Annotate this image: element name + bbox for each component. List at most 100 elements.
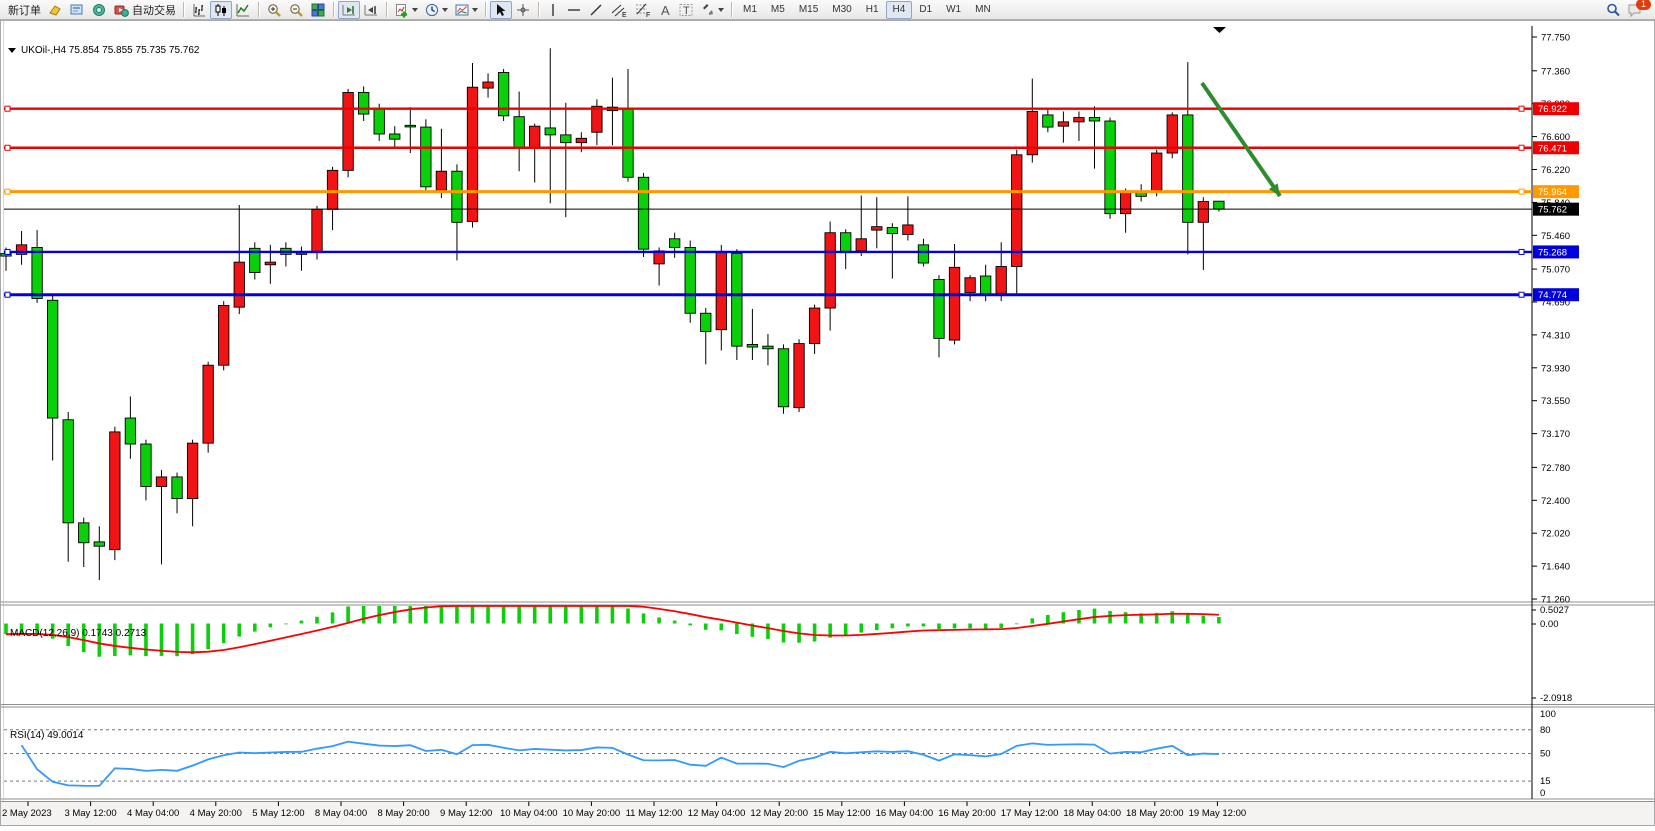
channel-tool-icon[interactable]: E	[607, 1, 631, 19]
time-axis-label: 10 May 20:00	[563, 808, 621, 819]
timeframe-h1-button[interactable]: H1	[859, 1, 886, 19]
dropdown-caret-icon	[412, 8, 418, 12]
time-axis-label: 3 May 12:00	[64, 808, 116, 819]
line-handle[interactable]	[1519, 145, 1524, 150]
candle-bullish	[856, 239, 866, 251]
price-level-badge-label: 74.774	[1538, 290, 1567, 301]
macd-histogram-bar	[1015, 623, 1019, 624]
arrows-tool-icon[interactable]	[697, 1, 727, 19]
svg-text:T: T	[683, 5, 690, 17]
macd-histogram-bar	[1093, 609, 1097, 624]
chart-shift-icon[interactable]	[360, 1, 382, 19]
candle-bullish	[1152, 153, 1162, 191]
market-watch-icon[interactable]	[44, 1, 66, 19]
trendline-tool-icon[interactable]	[585, 1, 607, 19]
toolbar-separator	[386, 2, 387, 17]
candle-bearish	[141, 444, 151, 486]
price-axis-tick-label: 77.360	[1541, 66, 1570, 77]
line-handle[interactable]	[5, 249, 10, 254]
price-level-badge-label: 75.268	[1538, 247, 1567, 258]
macd-histogram-bar	[968, 624, 972, 629]
candle-bullish	[1058, 122, 1068, 126]
time-axis-label: 9 May 12:00	[440, 808, 492, 819]
candle-bullish	[203, 365, 213, 443]
strategy-tester-icon[interactable]	[88, 1, 110, 19]
candle-bearish	[778, 349, 788, 407]
zoom-in-icon[interactable]	[263, 1, 285, 19]
line-handle[interactable]	[5, 189, 10, 194]
terminal-icon[interactable]	[66, 1, 88, 19]
timeframe-h4-button[interactable]: H4	[886, 1, 913, 19]
zoom-out-icon[interactable]	[285, 1, 307, 19]
crosshair-tool-icon[interactable]	[512, 1, 534, 19]
macd-histogram-bar	[222, 624, 226, 644]
time-axis-label: 18 May 04:00	[1063, 808, 1121, 819]
macd-histogram-bar	[580, 606, 584, 624]
notifications-icon[interactable]: 1	[1624, 1, 1647, 19]
line-handle[interactable]	[1519, 249, 1524, 254]
search-icon[interactable]	[1602, 1, 1624, 19]
tile-windows-icon[interactable]	[307, 1, 329, 19]
candle-bullish	[825, 233, 835, 308]
candle-bullish	[530, 126, 540, 147]
rsi-axis-label: 80	[1540, 725, 1551, 736]
text-tool-icon[interactable]: A	[655, 1, 675, 19]
bar-chart-icon[interactable]	[188, 1, 210, 19]
periods-icon[interactable]	[421, 1, 451, 19]
macd-histogram-bar	[548, 606, 552, 624]
line-handle[interactable]	[5, 145, 10, 150]
time-axis-label: 18 May 20:00	[1126, 808, 1184, 819]
line-handle[interactable]	[1519, 106, 1524, 111]
macd-histogram-bar	[393, 606, 397, 624]
timeframe-m30-button[interactable]: M30	[825, 1, 858, 19]
toolbar-separator	[731, 2, 732, 17]
line-handle[interactable]	[5, 106, 10, 111]
macd-axis-label: 0.00	[1540, 619, 1559, 630]
auto-scroll-icon[interactable]	[338, 1, 360, 19]
horizontal-line-tool-icon[interactable]	[563, 1, 585, 19]
templates-icon[interactable]	[451, 1, 481, 19]
chart-canvas[interactable]: 77.75077.36076.98076.60076.22075.84075.4…	[0, 20, 1655, 826]
line-handle[interactable]	[5, 292, 10, 297]
vertical-line-tool-icon[interactable]	[543, 1, 563, 19]
price-axis-tick-label: 72.400	[1541, 496, 1570, 507]
toolbar-separator	[183, 2, 184, 17]
time-axis-label: 12 May 20:00	[750, 808, 808, 819]
timeframe-mn-button[interactable]: MN	[968, 1, 998, 19]
candle-bullish	[265, 262, 275, 265]
price-level-badge-label: 76.922	[1538, 104, 1567, 115]
new-order-button[interactable]: 新订单	[2, 1, 44, 19]
macd-histogram-bar	[611, 606, 615, 624]
autotrading-button[interactable]: 自动交易	[110, 1, 179, 19]
line-chart-icon[interactable]	[232, 1, 254, 19]
candle-bearish	[732, 254, 742, 347]
line-handle[interactable]	[1519, 189, 1524, 194]
timeframe-d1-button[interactable]: D1	[912, 1, 939, 19]
candle-bearish	[79, 523, 89, 543]
line-handle[interactable]	[1519, 292, 1524, 297]
macd-histogram-bar	[4, 624, 8, 635]
candlestick-chart-icon[interactable]	[210, 1, 232, 19]
candle-bullish	[156, 477, 166, 487]
macd-histogram-bar	[922, 624, 926, 627]
candle-bullish	[467, 87, 477, 221]
price-axis-tick-label: 77.750	[1541, 33, 1570, 44]
time-axis-label: 5 May 12:00	[252, 808, 304, 819]
candle-bearish	[172, 477, 182, 499]
rsi-axis-label: 50	[1540, 749, 1551, 760]
chart-dropdown-icon[interactable]	[8, 48, 16, 53]
time-axis-label: 4 May 04:00	[127, 808, 179, 819]
label-tool-icon[interactable]: T	[675, 1, 697, 19]
timeframe-w1-button[interactable]: W1	[939, 1, 968, 19]
price-axis-tick-label: 72.020	[1541, 529, 1570, 540]
indicators-icon[interactable]	[391, 1, 421, 19]
timeframe-m1-button[interactable]: M1	[736, 1, 764, 19]
macd-indicator-label: MACD(12,26,9) 0.1743 0.2713	[10, 628, 146, 639]
timeframe-m15-button[interactable]: M15	[792, 1, 825, 19]
candle-bearish	[918, 245, 928, 263]
cursor-tool-icon[interactable]	[490, 1, 512, 19]
fibonacci-tool-icon[interactable]: F	[631, 1, 655, 19]
candle-bullish	[965, 278, 975, 293]
macd-histogram-bar	[937, 624, 941, 629]
timeframe-m5-button[interactable]: M5	[764, 1, 792, 19]
